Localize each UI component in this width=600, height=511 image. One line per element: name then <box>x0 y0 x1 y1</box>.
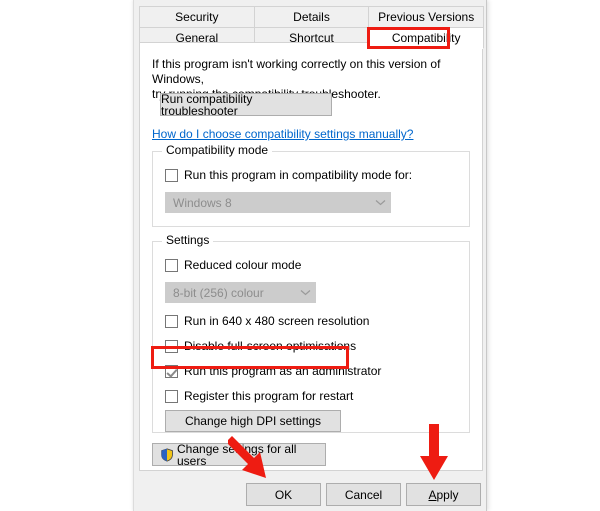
checkbox-box <box>165 258 178 272</box>
settings-group: Settings Reduced colour mode 8-bit (256)… <box>152 234 470 433</box>
settings-legend: Settings <box>162 234 214 246</box>
checkbox-disable-fullscreen-optimisations[interactable]: Disable full-screen optimisations <box>165 338 356 354</box>
change-high-dpi-settings-button[interactable]: Change high DPI settings <box>165 410 341 432</box>
compatibility-help-link[interactable]: How do I choose compatibility settings m… <box>152 127 413 141</box>
tab-details[interactable]: Details <box>253 6 370 28</box>
chevron-down-icon <box>295 289 315 296</box>
intro-line-1: If this program isn't working correctly … <box>152 57 441 86</box>
tab-previous-versions[interactable]: Previous Versions <box>368 6 485 28</box>
checkbox-label: Run this program as an administrator <box>184 364 382 378</box>
checkbox-box <box>165 389 178 403</box>
checkbox-run-in-compatibility-mode[interactable]: Run this program in compatibility mode f… <box>165 167 412 183</box>
checkbox-box <box>165 168 178 182</box>
change-settings-for-all-users-button[interactable]: Change settings for all users <box>152 441 326 468</box>
dialog-footer: OK Cancel Apply <box>134 472 486 511</box>
apply-accel-letter: A <box>428 487 437 502</box>
checkbox-box <box>165 314 178 328</box>
compatibility-tab-panel: If this program isn't working correctly … <box>139 42 483 471</box>
cancel-button[interactable]: Cancel <box>326 483 401 506</box>
chevron-down-icon <box>370 199 390 206</box>
compatibility-mode-legend: Compatibility mode <box>162 144 273 156</box>
compatibility-mode-dropdown[interactable]: Windows 8 <box>165 192 391 213</box>
checkbox-run-in-640x480[interactable]: Run in 640 x 480 screen resolution <box>165 313 369 329</box>
checkbox-reduced-colour-mode[interactable]: Reduced colour mode <box>165 257 301 273</box>
apply-label-rest: pply <box>436 487 459 502</box>
checkbox-label: Register this program for restart <box>184 389 354 403</box>
tab-compatibility[interactable]: Compatibility <box>368 27 485 49</box>
tab-security[interactable]: Security <box>139 6 255 28</box>
uac-shield-icon <box>161 448 173 461</box>
run-compatibility-troubleshooter-button[interactable]: Run compatibility troubleshooter <box>160 93 332 117</box>
checkbox-box <box>165 339 178 353</box>
checkbox-register-for-restart[interactable]: Register this program for restart <box>165 388 353 404</box>
checkbox-label: Disable full-screen optimisations <box>184 339 357 353</box>
colour-depth-dropdown-value: 8-bit (256) colour <box>173 286 264 299</box>
apply-button[interactable]: Apply <box>406 483 481 506</box>
colour-depth-dropdown[interactable]: 8-bit (256) colour <box>165 282 316 303</box>
properties-dialog: Security Details Previous Versions Gener… <box>133 0 487 511</box>
checkbox-run-as-administrator[interactable]: Run this program as an administrator <box>165 363 381 379</box>
checkbox-label: Reduced colour mode <box>184 258 302 272</box>
tab-row-top: Security Details Previous Versions <box>139 6 485 28</box>
compatibility-mode-group: Compatibility mode Run this program in c… <box>152 144 470 227</box>
change-settings-for-all-users-label: Change settings for all users <box>177 441 297 468</box>
checkbox-box <box>165 364 178 378</box>
checkbox-label: Run this program in compatibility mode f… <box>184 168 413 182</box>
ok-button[interactable]: OK <box>246 483 321 506</box>
compatibility-mode-dropdown-value: Windows 8 <box>173 196 232 209</box>
checkbox-label: Run in 640 x 480 screen resolution <box>184 314 370 328</box>
